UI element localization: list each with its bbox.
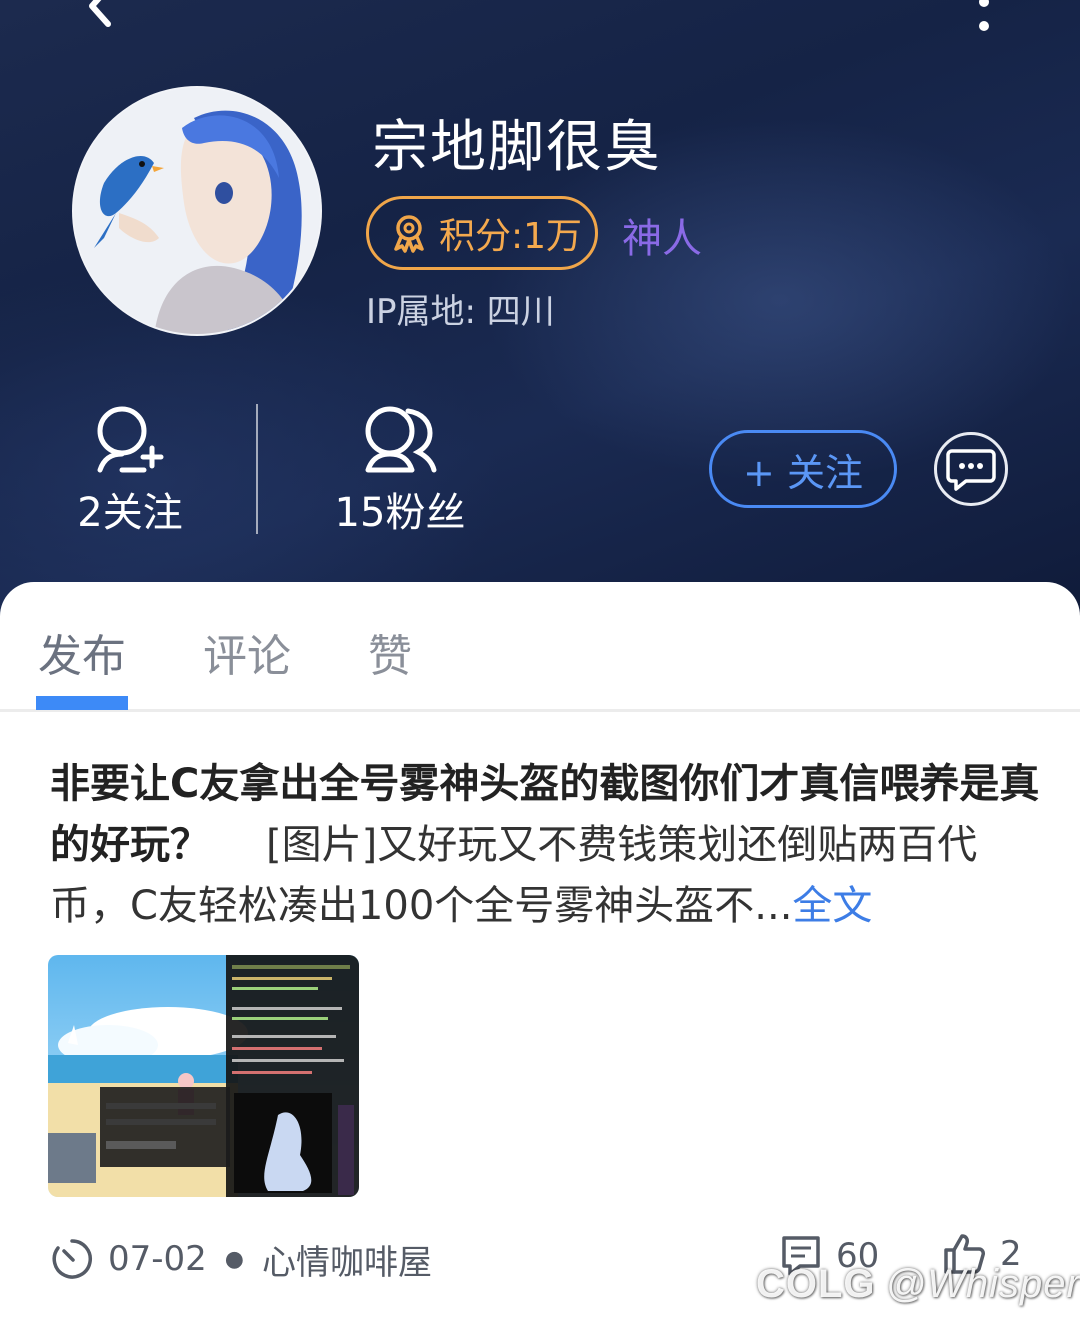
message-icon <box>946 449 996 491</box>
post-text[interactable]: 非要让C友拿出全号雾神头盔的截图你们才真信喂养是真的好玩？ [图片]又好玩又不费钱… <box>50 754 1040 937</box>
active-tab-indicator <box>36 696 128 710</box>
message-button[interactable] <box>934 432 1008 506</box>
tab-likes[interactable]: 赞 <box>368 620 412 684</box>
score-badge[interactable]: 积分:1万 <box>366 196 598 270</box>
score-label: 积分:1万 <box>439 216 583 257</box>
clock-icon <box>52 1239 92 1279</box>
game-screenshot-image <box>48 955 359 1197</box>
watermark-handle: @Whisper <box>885 1262 1080 1306</box>
fans-label: 15粉丝 <box>334 490 466 536</box>
post-category[interactable]: 心情咖啡屋 <box>262 1235 432 1284</box>
follow-button[interactable]: + 关注 <box>709 430 897 508</box>
more-icon[interactable] <box>970 0 998 40</box>
post-meta: 07-02 ● 心情咖啡屋 <box>50 1234 432 1284</box>
profile-header: 宗地脚很臭 积分:1万 神人 IP属地: 四川 2关注 15粉丝 + 关注 <box>0 0 1080 640</box>
following-stat[interactable]: 2关注 <box>60 404 200 538</box>
tab-comments[interactable]: 评论 <box>203 620 291 684</box>
post-date: 07-02 <box>108 1239 207 1279</box>
read-more-link[interactable]: 全文 <box>792 883 872 929</box>
stat-divider <box>256 404 258 534</box>
watermark: COLG @Whisper <box>756 1262 1080 1307</box>
back-icon[interactable] <box>70 0 130 40</box>
fans-icon <box>365 406 437 473</box>
tab-bar: 发布 评论 赞 <box>0 582 1080 712</box>
post-image[interactable] <box>48 955 359 1197</box>
content-panel: 发布 评论 赞 非要让C友拿出全号雾神头盔的截图你们才真信喂养是真的好玩？ [图片… <box>0 582 1080 1326</box>
username: 宗地脚很臭 <box>372 115 662 180</box>
title-badge: 神人 <box>622 216 702 262</box>
avatar[interactable] <box>72 86 322 336</box>
meta-separator: ● <box>224 1246 244 1272</box>
following-label: 2关注 <box>77 490 183 536</box>
ip-location: IP属地: 四川 <box>366 292 555 332</box>
medal-icon <box>394 215 424 253</box>
fans-stat[interactable]: 15粉丝 <box>320 404 480 538</box>
follow-user-icon <box>97 406 164 473</box>
tab-posts[interactable]: 发布 <box>38 620 126 684</box>
avatar-image <box>74 88 320 334</box>
watermark-brand: COLG <box>756 1262 876 1306</box>
